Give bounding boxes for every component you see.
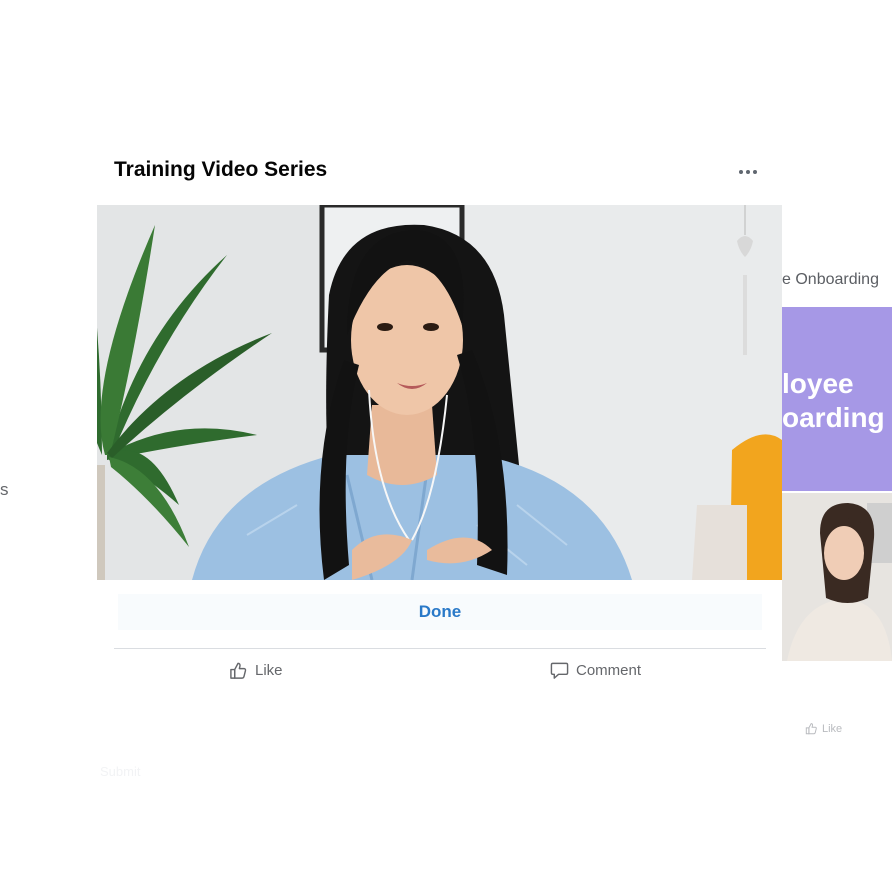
thumbs-up-icon: [230, 662, 247, 679]
more-options-icon: [739, 170, 743, 174]
left-card-title-fragment: s: [0, 480, 9, 499]
more-options-button[interactable]: [734, 160, 762, 184]
right-card-like-label: Like: [822, 722, 843, 735]
like-label: Like: [255, 661, 283, 679]
banner-line-2: oarding: [782, 402, 885, 433]
video-still-image: [97, 205, 782, 580]
action-divider: [114, 648, 766, 649]
comment-button[interactable]: Comment: [550, 659, 641, 681]
done-button[interactable]: Done: [118, 594, 762, 630]
presenter-thumbnail: [782, 493, 892, 661]
like-button[interactable]: Like: [229, 659, 283, 681]
banner-line-1: loyee: [782, 368, 854, 399]
presenter-thumbnail-image: [782, 493, 892, 661]
comment-label: Comment: [576, 661, 642, 679]
thumbs-up-icon: [805, 723, 817, 735]
more-options-icon-dot: [746, 170, 750, 174]
onboarding-banner: loyee oarding: [782, 307, 892, 491]
video-player[interactable]: [97, 205, 782, 580]
more-options-icon-dot: [753, 170, 757, 174]
card-title: Training Video Series: [114, 158, 328, 181]
faded-submit-label: Submit: [100, 764, 141, 779]
right-card-title: e Onboarding: [782, 271, 879, 288]
comment-icon: [550, 662, 569, 679]
right-card-like-button[interactable]: Like: [805, 722, 842, 735]
